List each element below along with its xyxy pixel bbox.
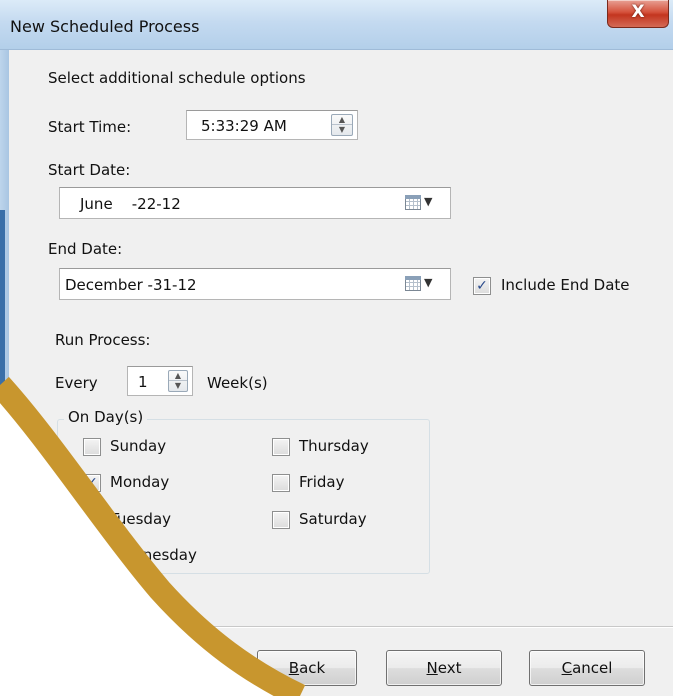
spin-up-icon[interactable]: ▲ (169, 371, 187, 381)
interval-spinner[interactable]: ▲ ▼ (168, 370, 188, 392)
checkmark-icon: ✓ (476, 278, 488, 294)
cancel-button[interactable]: Cancel (529, 650, 645, 686)
next-button[interactable]: Next (386, 650, 502, 686)
close-icon: X (631, 2, 645, 22)
every-label: Every (55, 374, 98, 392)
start-date-calendar-button[interactable]: ▼ (403, 192, 437, 214)
start-date-value: June -22-12 (80, 195, 181, 213)
start-time-label: Start Time: (48, 118, 132, 136)
end-date-value: December -31-12 (65, 276, 197, 294)
monday-checkbox[interactable]: ✓ (83, 474, 101, 492)
wednesday-checkbox[interactable] (83, 547, 101, 565)
window-frame-left (0, 50, 9, 696)
saturday-label: Saturday (299, 510, 367, 528)
tuesday-checkbox[interactable] (83, 511, 101, 529)
interval-stepper[interactable]: 1 ▲ ▼ (127, 366, 193, 396)
tuesday-label: Tuesday (110, 510, 172, 528)
end-date-label: End Date: (48, 240, 123, 258)
end-date-calendar-button[interactable]: ▼ (403, 273, 437, 295)
footer-separator (9, 626, 673, 628)
start-date-picker[interactable]: June -22-12 ▼ (59, 187, 451, 219)
thursday-label: Thursday (299, 437, 369, 455)
dropdown-arrow-icon: ▼ (424, 195, 433, 208)
dialog-body (9, 50, 673, 696)
checkmark-icon: ✓ (86, 475, 98, 491)
friday-label: Friday (299, 473, 345, 491)
monday-label: Monday (110, 473, 170, 491)
saturday-checkbox[interactable] (272, 511, 290, 529)
include-end-date-checkbox[interactable]: ✓ (473, 277, 491, 295)
end-date-picker[interactable]: December -31-12 ▼ (59, 268, 451, 300)
thursday-checkbox[interactable] (272, 438, 290, 456)
close-button[interactable]: X (607, 0, 669, 28)
sunday-checkbox[interactable] (83, 438, 101, 456)
interval-unit-label: Week(s) (207, 374, 268, 392)
on-days-legend: On Day(s) (64, 408, 148, 426)
calendar-icon (405, 195, 421, 210)
include-end-date-label: Include End Date (501, 276, 630, 294)
section-heading: Select additional schedule options (48, 69, 306, 87)
wednesday-label: Wednesday (110, 546, 197, 564)
start-time-value: 5:33:29 AM (201, 117, 287, 135)
start-time-field[interactable]: 5:33:29 AM ▲ ▼ (186, 110, 358, 140)
calendar-icon (405, 276, 421, 291)
start-time-spinner[interactable]: ▲ ▼ (331, 114, 353, 136)
window-title: New Scheduled Process (10, 17, 200, 36)
run-process-label: Run Process: (55, 331, 151, 349)
back-button[interactable]: Back (257, 650, 357, 686)
start-date-label: Start Date: (48, 161, 131, 179)
sunday-label: Sunday (110, 437, 167, 455)
spin-up-icon[interactable]: ▲ (332, 115, 352, 125)
friday-checkbox[interactable] (272, 474, 290, 492)
spin-down-icon[interactable]: ▼ (332, 125, 352, 135)
interval-value: 1 (138, 373, 148, 391)
spin-down-icon[interactable]: ▼ (169, 381, 187, 391)
dropdown-arrow-icon: ▼ (424, 276, 433, 289)
